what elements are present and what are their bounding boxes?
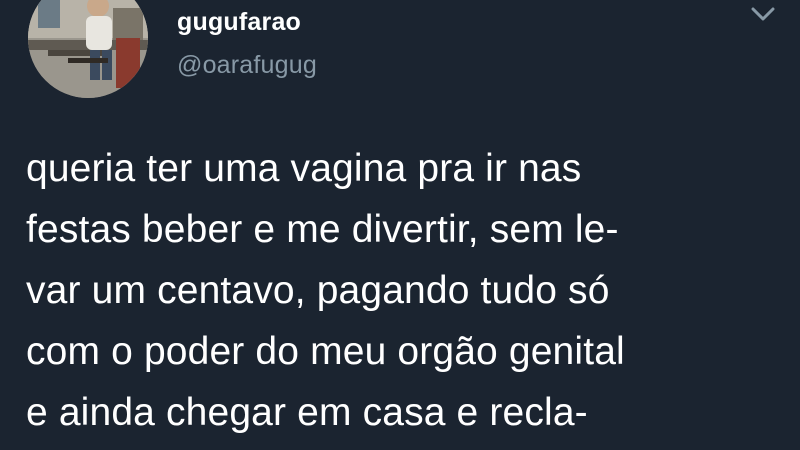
tweet-text-line: e ainda chegar em casa e recla- — [26, 391, 588, 434]
author-handle[interactable]: @oarafugug — [177, 51, 317, 80]
tweet-text-line: com o poder do meu orgão genital — [26, 330, 625, 373]
chevron-down-icon[interactable] — [748, 2, 778, 26]
tweet-text: queria ter uma vagina pra ir nas festas … — [26, 138, 786, 443]
tweet-text-line: var um centavo, pagando tudo só — [26, 269, 610, 312]
author-display-name[interactable]: gugufarao — [177, 8, 301, 37]
tweet-card: gugufarao @oarafugug queria ter uma vagi… — [0, 0, 800, 450]
tweet-text-line: queria ter uma vagina pra ir nas — [26, 147, 582, 190]
tweet-text-line: festas beber e me divertir, sem le- — [26, 208, 619, 251]
avatar[interactable] — [28, 0, 148, 98]
avatar-photo — [28, 0, 148, 98]
